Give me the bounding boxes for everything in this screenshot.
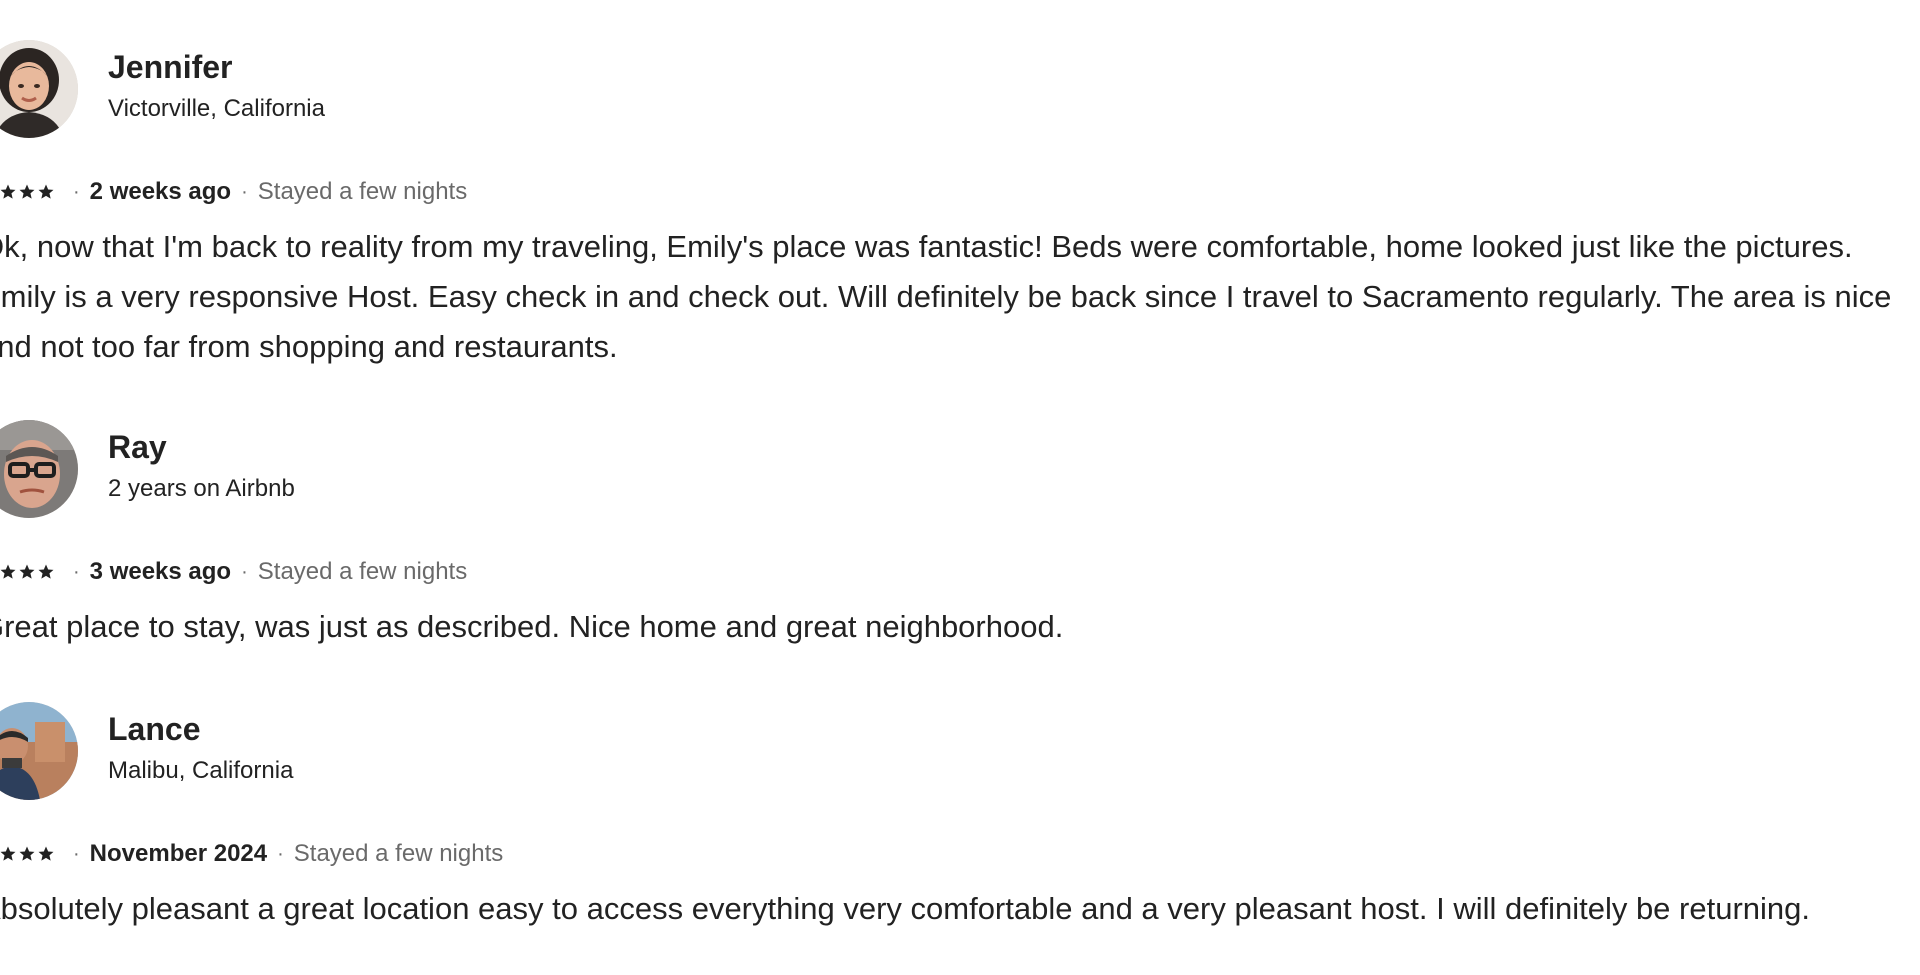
star-rating [0,183,55,201]
review-date: 3 weeks ago [89,558,232,585]
reviewer-tenure: 2 years on Airbnb [108,475,295,502]
avatar[interactable] [0,420,78,518]
review-text: Ok, now that I'm back to reality from my… [0,229,1892,364]
review-card: Jennifer Victorville, California · 2 wee… [0,40,1920,372]
meta-separator: · [73,181,80,203]
avatar-photo [0,40,78,138]
star-icon [37,563,55,581]
avatar[interactable] [0,702,78,800]
review-header: Lance Malibu, California [0,702,1920,802]
meta-separator: · [241,181,248,203]
reviewer-name: Ray [108,429,167,465]
avatar-photo [0,420,78,518]
review-meta: · 2 weeks ago · Stayed a few nights [0,178,1920,206]
star-icon [0,563,17,581]
review-text: Great place to stay, was just as describ… [0,609,1064,644]
star-rating [0,845,55,863]
review-header: Ray 2 years on Airbnb [0,420,1920,520]
stay-duration: Stayed a few nights [257,558,468,585]
avatar[interactable] [0,40,78,138]
star-icon [18,183,36,201]
stay-duration: Stayed a few nights [293,840,504,867]
review-header: Jennifer Victorville, California [0,40,1920,140]
star-icon [18,563,36,581]
review-meta: · 3 weeks ago · Stayed a few nights [0,558,1920,586]
review-text: Absolutely pleasant a great location eas… [0,891,1810,926]
reviewer-name: Lance [108,711,201,747]
reviewer-location: Victorville, California [108,95,325,122]
meta-separator: · [241,561,248,583]
review-date: November 2024 [89,840,268,867]
reviewer-location: Malibu, California [108,757,294,784]
meta-separator: · [277,843,284,865]
stay-duration: Stayed a few nights [257,178,468,205]
meta-separator: · [73,561,80,583]
star-icon [0,845,17,863]
review-card: Lance Malibu, California · November 2024… [0,702,1920,934]
star-icon [37,183,55,201]
star-icon [18,845,36,863]
review-meta: · November 2024 · Stayed a few nights [0,840,1920,868]
reviewer-name: Jennifer [108,49,233,85]
avatar-photo [0,702,78,800]
reviews-list: Jennifer Victorville, California · 2 wee… [0,0,1920,975]
star-rating [0,563,55,581]
star-icon [0,183,17,201]
star-icon [37,845,55,863]
review-card: Ray 2 years on Airbnb · 3 weeks ago · St… [0,420,1920,652]
review-date: 2 weeks ago [89,178,232,205]
meta-separator: · [73,843,80,865]
